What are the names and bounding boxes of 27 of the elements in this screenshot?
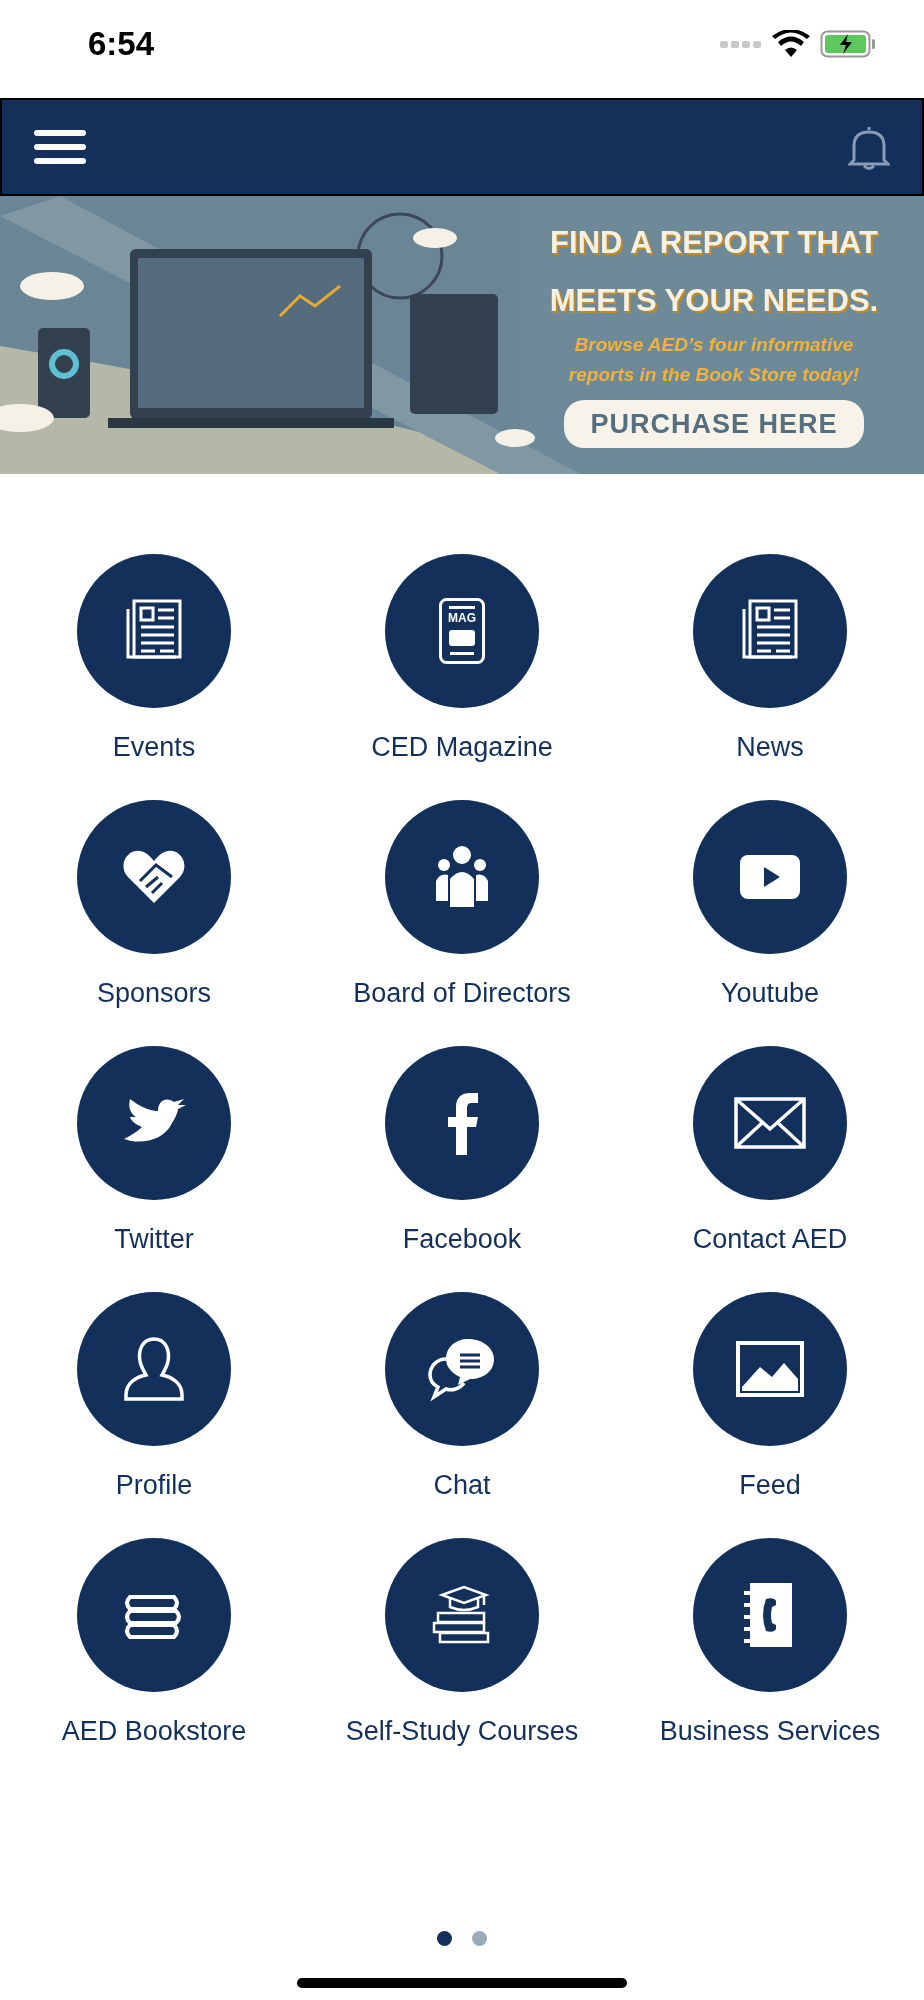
signal-icon	[720, 39, 762, 49]
tile-button[interactable]: Profile	[77, 1292, 231, 1502]
purchase-button[interactable]: PURCHASE HERE	[564, 400, 864, 448]
tile-button[interactable]: Youtube	[693, 800, 847, 1010]
banner-headline: FIND A REPORT THAT	[550, 224, 878, 262]
tile-button[interactable]: Twitter	[77, 1046, 231, 1256]
tile-button[interactable]: Contact AED	[692, 1046, 848, 1256]
tile-button[interactable]: MAG CED Magazine	[371, 554, 553, 764]
status-time: 6:54	[88, 24, 155, 65]
magazine-icon	[439, 598, 485, 664]
tile-button[interactable]: Board of Directors	[353, 800, 571, 1010]
tile-button[interactable]: Events	[77, 554, 231, 764]
tile-button[interactable]: Business Services	[659, 1538, 881, 1748]
tile-button[interactable]: Self-Study Courses	[345, 1538, 579, 1748]
tile-button[interactable]: News	[693, 554, 847, 764]
banner-headline: MEETS YOUR NEEDS.	[549, 282, 879, 320]
wifi-icon	[772, 30, 810, 58]
tile-button[interactable]: Chat	[385, 1292, 539, 1502]
banner-subtext: Browse AED’s four informative	[574, 333, 854, 357]
tile-button[interactable]: Sponsors	[77, 800, 231, 1010]
banner-subtext: reports in the Book Store today!	[568, 363, 860, 387]
battery-icon	[820, 30, 876, 58]
tile-button[interactable]: Feed	[693, 1292, 847, 1502]
notification-bell-icon[interactable]	[848, 124, 890, 170]
icon-text: MAG	[447, 610, 477, 626]
tile-button[interactable]: Facebook	[385, 1046, 539, 1256]
tile-button[interactable]: AED Bookstore	[61, 1538, 247, 1748]
